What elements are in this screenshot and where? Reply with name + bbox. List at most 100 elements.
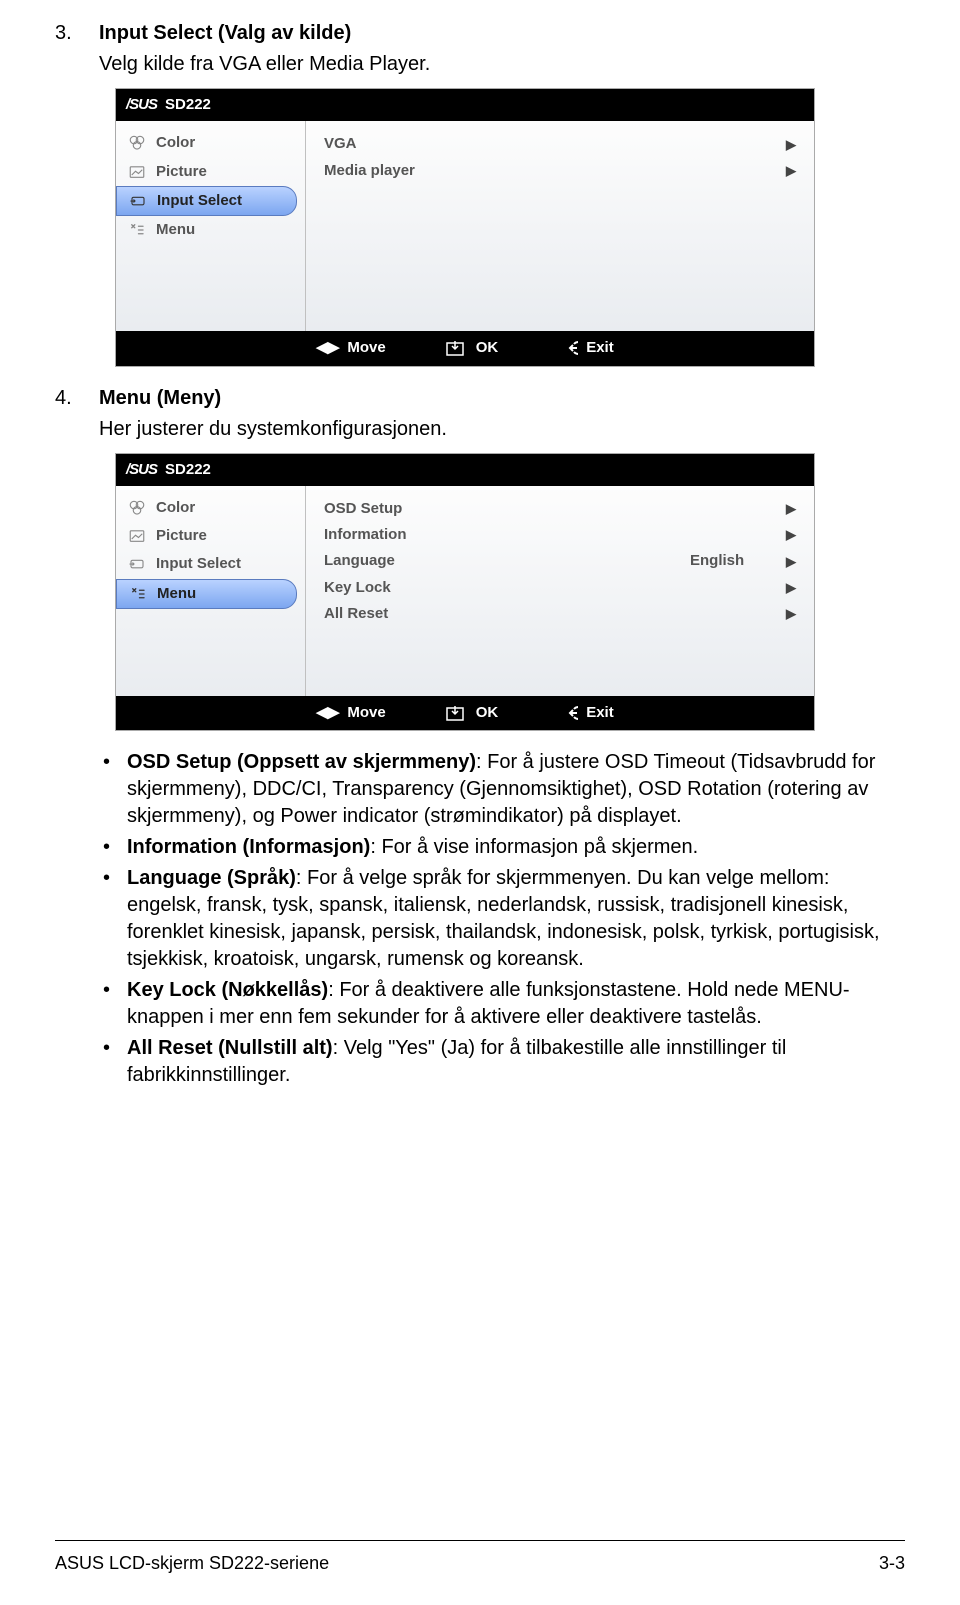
bullet-term: All Reset (Nullstill alt) bbox=[127, 1037, 333, 1059]
list-item: Language (Språk): For å velge språk for … bbox=[99, 865, 895, 973]
sidebar-item-label: Picture bbox=[156, 526, 207, 546]
footer-ok: OK bbox=[446, 338, 499, 358]
chevron-right-icon: ▶ bbox=[780, 553, 796, 571]
osd-option-row[interactable]: All Reset ▶ bbox=[324, 601, 796, 627]
section-number: 4. bbox=[55, 385, 81, 412]
sidebar-item-picture[interactable]: Picture bbox=[116, 522, 305, 550]
exit-icon bbox=[558, 705, 578, 721]
bullet-text: : For å vise informasjon på skjermen. bbox=[370, 836, 698, 858]
footer-exit: Exit bbox=[558, 338, 614, 358]
list-item: Information (Informasjon): For å vise in… bbox=[99, 834, 895, 861]
osd-option-label: Information bbox=[324, 525, 690, 545]
osd-main-panel: OSD Setup ▶ Information ▶ Language Engli… bbox=[306, 486, 814, 696]
section-number: 3. bbox=[55, 20, 81, 47]
footer-move: ◀▶ Move bbox=[316, 703, 385, 723]
sidebar-item-label: Input Select bbox=[156, 554, 241, 574]
osd-header: /SUS SD222 bbox=[116, 454, 814, 486]
osd-main-panel: VGA ▶ Media player ▶ bbox=[306, 121, 814, 331]
osd-screenshot-input-select: /SUS SD222 Color Picture Input Select bbox=[115, 88, 815, 367]
osd-option-row[interactable]: Language English ▶ bbox=[324, 548, 796, 574]
chevron-right-icon: ▶ bbox=[780, 605, 796, 623]
input-select-icon bbox=[128, 555, 146, 573]
osd-sidebar: Color Picture Input Select Menu bbox=[116, 121, 306, 331]
sidebar-item-label: Color bbox=[156, 498, 195, 518]
section-4-heading: 4. Menu (Meny) bbox=[55, 385, 905, 412]
sidebar-item-picture[interactable]: Picture bbox=[116, 158, 305, 186]
osd-footer: ◀▶ Move OK Exit bbox=[116, 331, 814, 365]
ok-icon bbox=[446, 340, 468, 356]
bullet-term: Information (Informasjon) bbox=[127, 836, 370, 858]
osd-option-value: English bbox=[690, 551, 780, 571]
exit-icon bbox=[558, 340, 578, 356]
picture-icon bbox=[128, 527, 146, 545]
ok-icon bbox=[446, 705, 468, 721]
footer-label: OK bbox=[476, 338, 499, 358]
sidebar-item-input-select[interactable]: Input Select bbox=[116, 550, 305, 578]
osd-option-label: OSD Setup bbox=[324, 499, 690, 519]
section-title: Menu (Meny) bbox=[99, 385, 221, 412]
osd-header: /SUS SD222 bbox=[116, 89, 814, 121]
color-icon bbox=[128, 499, 146, 517]
chevron-right-icon: ▶ bbox=[780, 526, 796, 544]
osd-screenshot-menu: /SUS SD222 Color Picture Input Select bbox=[115, 453, 815, 732]
section-title: Input Select (Valg av kilde) bbox=[99, 20, 351, 47]
sidebar-item-label: Menu bbox=[156, 220, 195, 240]
footer-label: Exit bbox=[586, 338, 614, 358]
chevron-right-icon: ▶ bbox=[780, 500, 796, 518]
move-arrows-icon: ◀▶ bbox=[316, 338, 339, 358]
osd-option-row[interactable]: Key Lock ▶ bbox=[324, 575, 796, 601]
osd-option-label: All Reset bbox=[324, 604, 690, 624]
sidebar-item-menu[interactable]: Menu bbox=[116, 216, 305, 244]
footer-page-number: 3-3 bbox=[879, 1551, 905, 1575]
sidebar-item-label: Picture bbox=[156, 162, 207, 182]
osd-model: SD222 bbox=[165, 460, 211, 480]
page-footer: ASUS LCD-skjerm SD222-seriene 3-3 bbox=[55, 1540, 905, 1605]
osd-option-row[interactable]: VGA ▶ bbox=[324, 131, 796, 157]
osd-option-row[interactable]: OSD Setup ▶ bbox=[324, 496, 796, 522]
section-3-description: Velg kilde fra VGA eller Media Player. bbox=[99, 51, 905, 78]
move-arrows-icon: ◀▶ bbox=[316, 703, 339, 723]
footer-label: Move bbox=[347, 338, 385, 358]
bullet-term: Key Lock (Nøkkellås) bbox=[127, 979, 328, 1001]
input-select-icon bbox=[129, 192, 147, 210]
bullet-term: OSD Setup (Oppsett av skjermmeny) bbox=[127, 751, 476, 773]
chevron-right-icon: ▶ bbox=[780, 162, 796, 180]
menu-icon bbox=[129, 585, 147, 603]
list-item: OSD Setup (Oppsett av skjermmeny): For å… bbox=[99, 749, 895, 830]
osd-option-label: Key Lock bbox=[324, 578, 690, 598]
list-item: Key Lock (Nøkkellås): For å deaktivere a… bbox=[99, 977, 895, 1031]
sidebar-item-label: Input Select bbox=[157, 191, 242, 211]
sidebar-item-label: Menu bbox=[157, 584, 196, 604]
picture-icon bbox=[128, 163, 146, 181]
menu-description-list: OSD Setup (Oppsett av skjermmeny) : For å… bbox=[99, 749, 905, 1089]
bullet-term: Language (Språk) bbox=[127, 867, 296, 889]
osd-option-label: Language bbox=[324, 551, 690, 571]
sidebar-item-input-select[interactable]: Input Select bbox=[116, 186, 297, 216]
chevron-right-icon: ▶ bbox=[780, 579, 796, 597]
section-4-description: Her justerer du systemkonfigurasjonen. bbox=[99, 416, 905, 443]
footer-move: ◀▶ Move bbox=[316, 338, 385, 358]
list-item: All Reset (Nullstill alt): Velg "Yes" (J… bbox=[99, 1035, 895, 1089]
osd-option-label: VGA bbox=[324, 134, 690, 154]
osd-option-row[interactable]: Information ▶ bbox=[324, 522, 796, 548]
asus-logo-icon: /SUS bbox=[126, 460, 157, 480]
footer-label: Exit bbox=[586, 703, 614, 723]
footer-exit: Exit bbox=[558, 703, 614, 723]
sidebar-item-color[interactable]: Color bbox=[116, 129, 305, 157]
footer-label: Move bbox=[347, 703, 385, 723]
footer-label: OK bbox=[476, 703, 499, 723]
menu-icon bbox=[128, 221, 146, 239]
section-3-heading: 3. Input Select (Valg av kilde) bbox=[55, 20, 905, 47]
sidebar-item-color[interactable]: Color bbox=[116, 494, 305, 522]
chevron-right-icon: ▶ bbox=[780, 136, 796, 154]
osd-option-label: Media player bbox=[324, 161, 690, 181]
osd-sidebar: Color Picture Input Select Menu bbox=[116, 486, 306, 696]
footer-ok: OK bbox=[446, 703, 499, 723]
sidebar-item-menu[interactable]: Menu bbox=[116, 579, 297, 609]
osd-footer: ◀▶ Move OK Exit bbox=[116, 696, 814, 730]
footer-left: ASUS LCD-skjerm SD222-seriene bbox=[55, 1551, 329, 1575]
color-icon bbox=[128, 134, 146, 152]
asus-logo-icon: /SUS bbox=[126, 95, 157, 115]
osd-model: SD222 bbox=[165, 95, 211, 115]
osd-option-row[interactable]: Media player ▶ bbox=[324, 158, 796, 184]
